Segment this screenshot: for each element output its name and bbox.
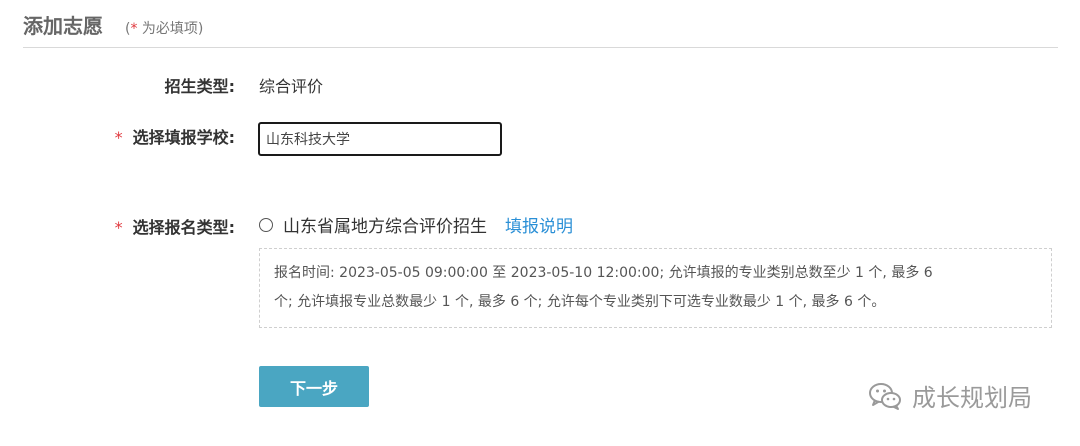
- page-title: 添加志愿: [23, 14, 103, 38]
- apply-type-label: * 选择报名类型:: [115, 214, 235, 238]
- wechat-icon: [869, 382, 901, 410]
- apply-type-required-star: *: [114, 218, 123, 237]
- apply-type-option[interactable]: 山东省属地方综合评价招生 填报说明: [259, 212, 573, 237]
- apply-info-line: 个; 允许填报专业总数最少 1 个, 最多 6 个; 允许每个专业类别下可选专业…: [274, 294, 886, 310]
- add-preference-page: 添加志愿 (* 为必填项) 招生类型: 综合评价 * 选择填报学校: * 选择报名类…: [0, 0, 1080, 446]
- help-link[interactable]: 填报说明: [505, 212, 573, 237]
- apply-type-label-text: 选择报名类型:: [132, 218, 235, 237]
- apply-type-option-label[interactable]: 山东省属地方综合评价招生: [283, 212, 487, 237]
- watermark-text: 成长规划局: [912, 384, 1032, 412]
- header-divider: [23, 47, 1058, 48]
- school-required-star: *: [114, 128, 123, 147]
- school-label-text: 选择填报学校:: [132, 128, 235, 147]
- next-button[interactable]: 下一步: [259, 366, 369, 407]
- apply-info-box: 报名时间: 2023-05-05 09:00:00 至 2023-05-10 1…: [259, 248, 1052, 328]
- school-label: * 选择填报学校:: [115, 124, 235, 148]
- radio-button[interactable]: [259, 217, 273, 232]
- school-input[interactable]: [258, 122, 502, 156]
- required-note-text: 为必填项): [137, 21, 204, 37]
- title-row: 添加志愿 (* 为必填项): [23, 10, 203, 40]
- enroll-type-label: 招生类型:: [164, 77, 235, 96]
- watermark: 成长规划局: [868, 378, 1032, 413]
- apply-info-line: 报名时间: 2023-05-05 09:00:00 至 2023-05-10 1…: [274, 265, 933, 281]
- enroll-type-value: 综合评价: [259, 77, 324, 96]
- required-note: (* 为必填项): [125, 18, 203, 38]
